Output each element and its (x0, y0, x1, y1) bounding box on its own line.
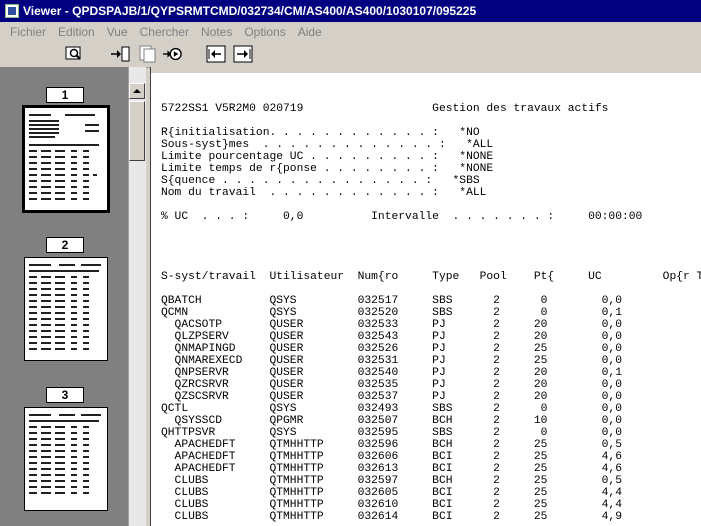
goto-page-icon[interactable] (162, 45, 182, 63)
thumbnail-page-3[interactable] (24, 407, 108, 511)
menu-vue[interactable]: Vue (101, 25, 134, 39)
toolbar (0, 41, 701, 68)
thumbnail-page-1[interactable] (22, 105, 110, 213)
scroll-up-button[interactable] (129, 83, 145, 99)
thumbnail-number-3: 3 (46, 387, 84, 403)
previous-page-icon[interactable] (206, 45, 226, 63)
menu-fichier[interactable]: Fichier (0, 25, 52, 39)
thumbnail-scrollbar[interactable] (128, 67, 146, 526)
menu-edition[interactable]: Edition (52, 25, 101, 39)
page-layout-icon[interactable] (138, 45, 158, 63)
arrow-up-icon (133, 89, 141, 93)
menu-bar: Fichier Edition Vue Chercher Notes Optio… (0, 22, 701, 41)
table-row: CLUBS QTMHHTTP 032614 BCI 2 25 4,9 (161, 511, 622, 523)
menu-notes[interactable]: Notes (195, 25, 238, 39)
zoom-icon[interactable] (64, 45, 84, 63)
menu-options[interactable]: Options (238, 25, 291, 39)
criteria-line-6: Nom du travail . . . . . . . . . . . . :… (161, 187, 487, 199)
thumbnail-page-2[interactable] (24, 257, 108, 361)
viewer-app-icon[interactable] (5, 4, 19, 18)
report-header: 5722SS1 V5R2M0 020719 Gestion des travau… (161, 103, 609, 115)
thumbnail-number-1: 1 (46, 87, 84, 103)
menu-aide[interactable]: Aide (292, 25, 328, 39)
fit-page-icon[interactable] (110, 45, 130, 63)
document-top-border (151, 67, 701, 73)
thumbnail-number-2: 2 (46, 237, 84, 253)
title-bar: Viewer - QPDSPAJB/1/QYPSRMTCMD/032734/CM… (0, 0, 701, 22)
summary-line: % UC . . . : 0,0 Intervalle . . . . . . … (161, 211, 643, 223)
document-view[interactable]: 5722SS1 V5R2M0 020719 Gestion des travau… (150, 67, 701, 526)
thumbnail-panel: 1 2 3 (0, 67, 128, 526)
column-header: S-syst/travail Utilisateur Num{ro Type P… (161, 271, 701, 283)
scroll-thumb[interactable] (129, 101, 145, 161)
menu-chercher[interactable]: Chercher (134, 25, 195, 39)
next-page-icon[interactable] (233, 45, 253, 63)
window-title: Viewer - QPDSPAJB/1/QYPSRMTCMD/032734/CM… (23, 4, 477, 18)
